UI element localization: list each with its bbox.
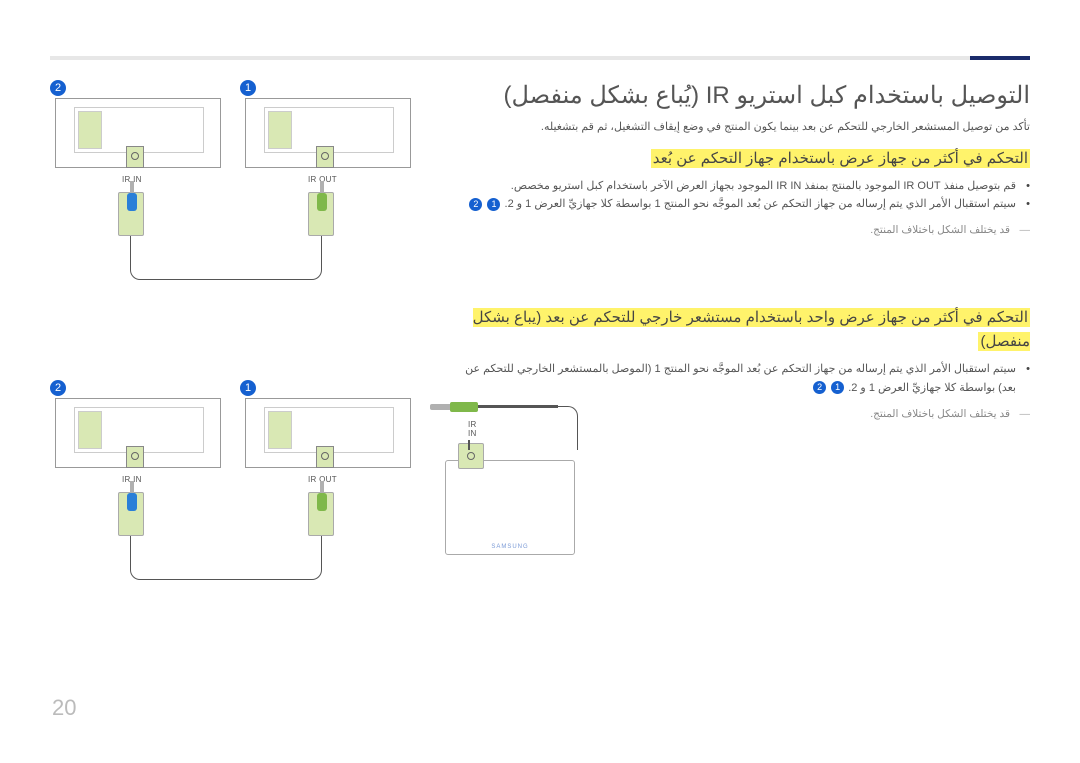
receiver-port-icon: [458, 443, 484, 469]
badge-1-icon: 1: [240, 380, 256, 396]
monitor-2: [55, 398, 221, 468]
jack-horizontal-icon: [430, 400, 485, 414]
jack-blue-icon: [118, 492, 144, 536]
monitor-1: [245, 98, 411, 168]
list-item: قم بتوصيل منفذ IR OUT الموجود بالمنتج بم…: [450, 177, 1030, 196]
jack-green-icon: [308, 192, 334, 236]
badge-1-icon: 1: [487, 198, 500, 211]
header-rule: [50, 56, 1030, 60]
section2-bullets: سيتم استقبال الأمر الذي يتم إرساله من جه…: [450, 360, 1030, 397]
list-item: سيتم استقبال الأمر الذي يتم إرساله من جه…: [450, 360, 1030, 397]
badge-2-icon: 2: [50, 80, 66, 96]
section1-note: قد يختلف الشكل باختلاف المنتج.: [450, 224, 1030, 236]
diagram-2: 1 2 IR OUT IR IN: [50, 380, 420, 660]
section1-heading: التحكم في أكثر من جهاز عرض باستخدام جهاز…: [651, 149, 1030, 168]
section-2: التحكم في أكثر من جهاز عرض واحد باستخدام…: [450, 306, 1030, 419]
monitor-1: [245, 398, 411, 468]
section-1: التحكم في أكثر من جهاز عرض باستخدام جهاز…: [450, 147, 1030, 236]
text-column: التوصيل باستخدام كبل استريو IR (يُباع بش…: [450, 80, 1030, 660]
intro-text: تأكد من توصيل المستشعر الخارجي للتحكم عن…: [450, 119, 1030, 137]
cable-icon: [508, 406, 578, 450]
badge-2-icon: 2: [813, 381, 826, 394]
badge-2-icon: 2: [50, 380, 66, 396]
page-number: 20: [52, 695, 76, 721]
diagram-1: 1 2 IR OUT IR IN: [50, 80, 420, 310]
brand-label: SAMSUNG: [446, 544, 574, 550]
monitor-2: [55, 98, 221, 168]
cable-icon: [130, 536, 322, 580]
jack-blue-icon: [118, 192, 144, 236]
list-item: سيتم استقبال الأمر الذي يتم إرساله من جه…: [450, 195, 1030, 214]
badge-1-icon: 1: [831, 381, 844, 394]
section1-bullets: قم بتوصيل منفذ IR OUT الموجود بالمنتج بم…: [450, 177, 1030, 214]
cable-icon: [130, 236, 322, 280]
content-row: التوصيل باستخدام كبل استريو IR (يُباع بش…: [50, 80, 1030, 660]
jack-green-icon: [308, 492, 334, 536]
badge-2-icon: 2: [469, 198, 482, 211]
ir-receiver: SAMSUNG: [445, 460, 575, 555]
badge-1-icon: 1: [240, 80, 256, 96]
diagram-column: 1 2 IR OUT IR IN: [50, 80, 420, 660]
header-accent: [970, 56, 1030, 60]
section2-heading: التحكم في أكثر من جهاز عرض واحد باستخدام…: [473, 308, 1030, 351]
page-title: التوصيل باستخدام كبل استريو IR (يُباع بش…: [450, 80, 1030, 111]
manual-page: التوصيل باستخدام كبل استريو IR (يُباع بش…: [0, 0, 1080, 763]
ir-in-label: IR IN: [468, 420, 477, 438]
